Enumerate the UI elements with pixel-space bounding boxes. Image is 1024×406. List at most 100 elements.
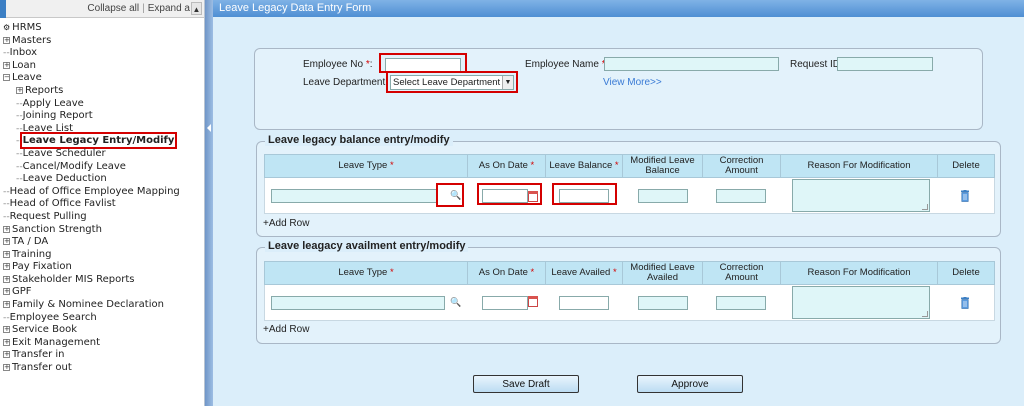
correction-amount-input[interactable] — [716, 296, 766, 310]
column-reason-for-modification: Reason For Modification — [781, 155, 938, 177]
sidebar-item[interactable]: + Family & Nominee Declaration — [0, 299, 204, 312]
expand-icon[interactable]: + — [16, 86, 23, 94]
expand-icon[interactable]: + — [3, 263, 10, 271]
request-id-input[interactable] — [837, 57, 933, 71]
sidebar-item-label: GPF — [12, 286, 32, 298]
sidebar-item[interactable]: + GPF — [0, 286, 204, 299]
root-icon[interactable]: ⚙ — [3, 23, 10, 32]
sidebar-item[interactable]: --Inbox — [0, 47, 204, 60]
as-on-date-highlight — [477, 183, 542, 205]
expand-icon[interactable]: + — [3, 250, 10, 258]
sidebar-item-label: Leave Legacy Entry/Modify — [19, 132, 178, 150]
leave-type-input[interactable] — [271, 296, 445, 310]
sidebar-item[interactable]: + Masters — [0, 35, 204, 48]
tree-connector: -- — [16, 97, 23, 109]
sidebar-item-label: Service Book — [12, 324, 78, 336]
sidebar-item[interactable]: --Apply Leave — [0, 98, 204, 111]
expand-all-link[interactable]: Expand a — [148, 3, 190, 14]
sidebar-item[interactable]: + Loan — [0, 60, 204, 73]
leave-type-input[interactable] — [271, 189, 438, 203]
sidebar-item[interactable]: + Exit Management — [0, 337, 204, 350]
correction-amount-input[interactable] — [716, 189, 766, 203]
sidebar-item[interactable]: --Head of Office Favlist — [0, 198, 204, 211]
main-panel: Leave Legacy Data Entry Form Employee No… — [213, 0, 1024, 406]
sidebar-item[interactable]: --Cancel/Modify Leave — [0, 161, 204, 174]
employee-info-panel: Employee No *: Employee Name *: Request … — [254, 48, 983, 130]
sidebar-item[interactable]: + Reports — [0, 85, 204, 98]
approve-button[interactable]: Approve — [637, 375, 743, 393]
column-delete: Delete — [952, 160, 980, 171]
sidebar-item[interactable]: + Sanction Strength — [0, 224, 204, 237]
sidebar-item[interactable]: --Request Pulling — [0, 211, 204, 224]
sidebar-item[interactable]: ⚙ HRMS — [0, 22, 204, 35]
expand-icon[interactable]: + — [3, 36, 10, 44]
add-row-link[interactable]: +Add Row — [263, 324, 309, 335]
sidebar-item-label: Head of Office Favlist — [9, 198, 116, 210]
navigation-tree: ⚙ HRMS + Masters --Inbox + Loan − Leave + Reports -… — [0, 18, 204, 375]
expand-icon[interactable]: + — [3, 288, 10, 296]
expand-icon[interactable]: + — [3, 61, 10, 69]
sidebar-item-label: Head of Office Employee Mapping — [9, 185, 180, 197]
calendar-icon[interactable] — [528, 296, 538, 307]
availment-section: Leave leagacy availment entry/modify Lea… — [256, 240, 1001, 344]
sidebar-item[interactable]: + Pay Fixation — [0, 261, 204, 274]
search-icon[interactable]: 🔍 — [450, 297, 461, 307]
sidebar-accent — [0, 0, 6, 18]
balance-table-row: 🔍 — [264, 178, 995, 214]
request-id-label: Request ID: — [790, 59, 843, 70]
sidebar-item[interactable]: + Training — [0, 249, 204, 262]
modified-leave-balance-input[interactable] — [638, 189, 688, 203]
expand-icon[interactable]: + — [3, 364, 10, 372]
reason-textarea[interactable] — [792, 286, 930, 319]
sidebar-item[interactable]: + Transfer in — [0, 349, 204, 362]
add-row-link[interactable]: +Add Row — [263, 218, 309, 229]
column-correction-amount: Correction Amount — [703, 262, 781, 284]
form-title: Leave Legacy Data Entry Form — [213, 0, 1024, 17]
column-as-on-date: As On Date * — [468, 262, 546, 284]
expand-icon[interactable]: + — [3, 301, 10, 309]
expand-icon[interactable]: + — [3, 225, 10, 233]
expand-icon[interactable]: + — [3, 326, 10, 334]
sidebar-item[interactable]: --Leave Legacy Entry/Modify — [0, 132, 204, 150]
column-leave-type: Leave Type * — [265, 155, 468, 177]
sidebar-item[interactable]: --Leave Scheduler — [0, 148, 204, 161]
scroll-up-icon[interactable]: ▲ — [191, 2, 202, 15]
sidebar-item[interactable]: --Head of Office Employee Mapping — [0, 186, 204, 199]
sidebar-item-label: TA / DA — [12, 236, 49, 248]
expand-icon[interactable]: + — [3, 275, 10, 283]
expand-icon[interactable]: + — [3, 351, 10, 359]
sidebar-item-label: Loan — [12, 59, 36, 71]
sidebar-item[interactable]: − Leave — [0, 72, 204, 85]
sidebar-item[interactable]: + Transfer out — [0, 362, 204, 375]
column-leave-type: Leave Type * — [265, 262, 468, 284]
sidebar-item[interactable]: --Leave Deduction — [0, 173, 204, 186]
employee-name-input[interactable] — [604, 57, 779, 71]
sidebar-item[interactable]: --Employee Search — [0, 312, 204, 325]
collapse-arrow-icon[interactable] — [207, 124, 211, 132]
sidebar-splitter[interactable] — [205, 0, 213, 406]
sidebar-item[interactable]: --Joining Report — [0, 110, 204, 123]
link-separator: | — [142, 3, 145, 14]
modified-leave-availed-input[interactable] — [638, 296, 688, 310]
column-modified-leave-balance: Modified Leave Balance — [623, 155, 703, 177]
collapse-all-link[interactable]: Collapse all — [87, 3, 139, 14]
column-reason-for-modification: Reason For Modification — [781, 262, 938, 284]
sidebar-item-label: HRMS — [12, 22, 42, 33]
expand-icon[interactable]: + — [3, 338, 10, 346]
reason-textarea[interactable] — [792, 179, 930, 212]
collapse-icon[interactable]: − — [3, 74, 10, 82]
sidebar-item[interactable]: --Leave List — [0, 123, 204, 136]
view-more-link[interactable]: View More>> — [603, 77, 662, 88]
trash-icon[interactable] — [960, 297, 970, 309]
sidebar-item[interactable]: + Service Book — [0, 324, 204, 337]
sidebar-item[interactable]: + TA / DA — [0, 236, 204, 249]
save-draft-button[interactable]: Save Draft — [473, 375, 579, 393]
expand-icon[interactable]: + — [3, 238, 10, 246]
as-on-date-input[interactable] — [482, 296, 528, 310]
leave-availed-input[interactable] — [559, 296, 609, 310]
leave-department-label: Leave Department: — [303, 77, 389, 88]
leave-balance-highlight — [552, 183, 617, 205]
trash-icon[interactable] — [960, 190, 970, 202]
sidebar-item-label: Employee Search — [9, 311, 97, 323]
sidebar-item[interactable]: + Stakeholder MIS Reports — [0, 274, 204, 287]
